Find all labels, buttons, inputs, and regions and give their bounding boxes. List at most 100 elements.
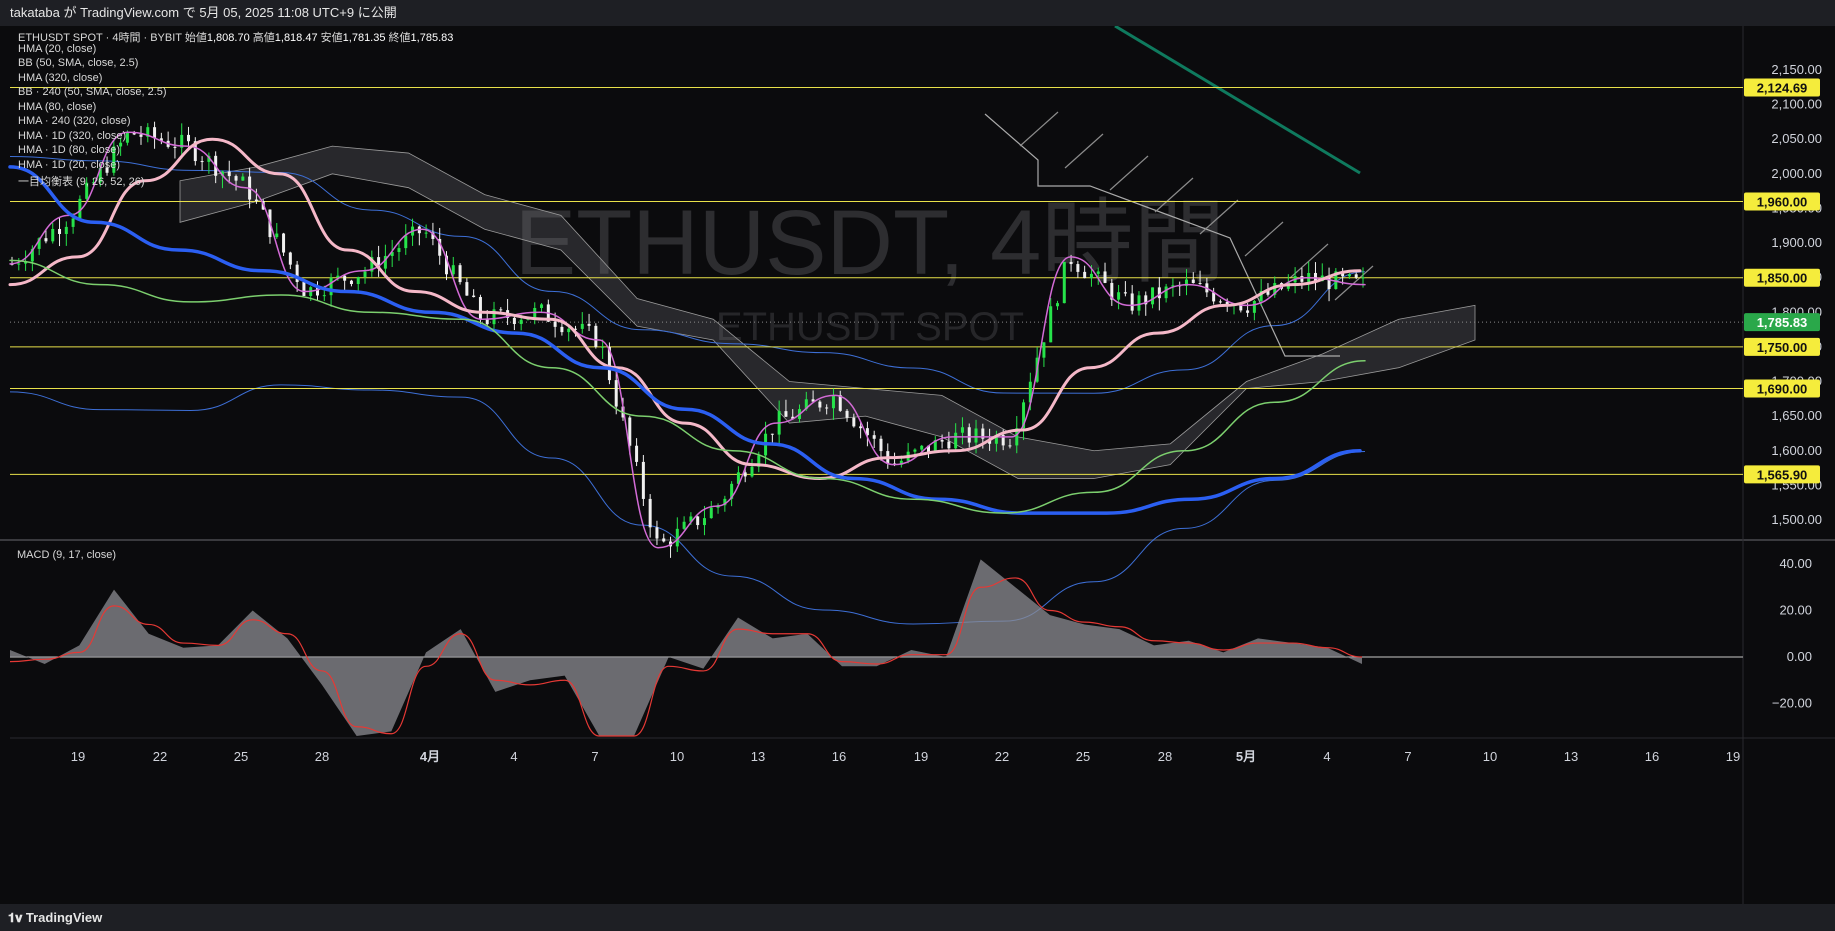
indicator-legend-0[interactable]: HMA (20, close): [18, 43, 96, 55]
time-tick-label: 13: [1564, 749, 1578, 764]
time-tick-label: 16: [832, 749, 846, 764]
level-price-label: 1,850.00: [1757, 271, 1808, 286]
tradingview-logo[interactable]: 𝟏𝐯 TradingView: [8, 910, 102, 926]
candle-body: [71, 218, 75, 227]
time-tick-label: 22: [995, 749, 1009, 764]
candle-body: [879, 438, 883, 452]
open-value: 1,808.70: [206, 32, 250, 44]
price-tick-label: 1,500.00: [1771, 512, 1822, 527]
candle-body: [553, 321, 557, 327]
candle-body: [1246, 310, 1250, 313]
indicator-legend-9[interactable]: 一目均衡表 (9, 26, 52, 26): [18, 173, 145, 189]
level-price-label: 1,565.90: [1757, 467, 1808, 482]
candle-body: [750, 466, 754, 477]
candle-body: [825, 407, 829, 409]
candle-body: [1055, 303, 1059, 307]
time-tick-label: 25: [1076, 749, 1090, 764]
tv-brand: TradingView: [25, 910, 103, 925]
close-value: 1,785.83: [410, 32, 454, 44]
low-value: 1,781.35: [342, 32, 386, 44]
candle-body: [349, 280, 353, 285]
time-tick-label: 19: [71, 749, 85, 764]
indicator-legend-4[interactable]: HMA (80, close): [18, 101, 96, 113]
candle-body: [1198, 283, 1202, 285]
candle-body: [1089, 273, 1093, 279]
candle-body: [1069, 261, 1073, 265]
indicator-legend-8[interactable]: HMA · 1D (20, close): [18, 159, 120, 171]
time-tick-label: 28: [1158, 749, 1172, 764]
candle-body: [424, 232, 428, 234]
footer-bar: 𝟏𝐯 TradingView: [0, 904, 1835, 931]
price-tick-label: 1,650.00: [1771, 408, 1822, 423]
candle-body: [601, 346, 605, 348]
candle-body: [1083, 271, 1087, 279]
macd-tick-label: −20.00: [1772, 696, 1812, 711]
time-tick-label: 4: [510, 749, 517, 764]
candle-body: [254, 199, 258, 202]
time-tick-label: 7: [591, 749, 598, 764]
chart-svg[interactable]: ETHUSDT, 4時間 ETHUSDT SPOT 2,150.00 2,100.…: [0, 24, 1835, 904]
indicator-legend-6[interactable]: HMA · 1D (320, close): [18, 130, 126, 142]
candle-body: [404, 235, 408, 249]
candle-body: [356, 277, 360, 285]
macd-scale[interactable]: 40.00 20.00 0.00 −20.00: [1772, 556, 1812, 711]
candle-body: [1062, 261, 1066, 304]
candle-body: [845, 410, 849, 418]
candle-body: [1076, 264, 1080, 272]
candle-body: [472, 295, 476, 298]
publish-text: takataba が TradingView.com で 5月 05, 2025…: [10, 5, 397, 20]
candle-body: [282, 233, 286, 253]
macd-histogram-area: [10, 559, 1362, 736]
candle-body: [967, 427, 971, 443]
macd-pane: [9, 559, 1743, 737]
macd-tick-label: 0.00: [1787, 649, 1812, 664]
indicator-legend-7[interactable]: HMA · 1D (80, close): [18, 144, 120, 156]
candle-body: [655, 527, 659, 539]
time-tick-label: 25: [234, 749, 248, 764]
candle-body: [784, 411, 788, 417]
level-price-label: 2,124.69: [1757, 81, 1808, 96]
time-tick-label: 16: [1645, 749, 1659, 764]
candle-body: [1191, 279, 1195, 284]
time-tick-label: 22: [153, 749, 167, 764]
candle-body: [1300, 276, 1304, 282]
indicator-legend-2[interactable]: HMA (320, close): [18, 72, 102, 84]
watermark-subtitle: ETHUSDT SPOT: [716, 305, 1024, 349]
candle-body: [648, 498, 652, 528]
candle-body: [662, 538, 666, 542]
candle-body: [960, 427, 964, 433]
time-tick-label: 28: [315, 749, 329, 764]
candle-body: [288, 252, 292, 265]
candle-body: [173, 146, 177, 148]
time-tick-label: 4月: [420, 749, 440, 764]
candle-body: [1049, 306, 1053, 343]
candle-body: [1164, 286, 1168, 299]
candle-body: [1123, 292, 1127, 294]
candle-body: [614, 380, 618, 407]
candle-body: [567, 328, 571, 333]
candle-body: [913, 449, 917, 452]
candle-body: [974, 428, 978, 443]
candle-body: [322, 295, 326, 297]
watermark-title: ETHUSDT, 4時間: [515, 192, 1226, 294]
price-tick-label: 2,050.00: [1771, 131, 1822, 146]
candle-body: [139, 134, 143, 137]
candle-body: [227, 171, 231, 177]
low-label: 安値: [320, 32, 343, 44]
candle-body: [859, 426, 863, 429]
candle-body: [241, 176, 245, 181]
level-price-label: 1,960.00: [1757, 195, 1808, 210]
time-tick-label: 4: [1323, 749, 1330, 764]
indicator-legend-3[interactable]: BB · 240 (50, SMA, close, 2.5): [18, 86, 167, 98]
candle-body: [125, 132, 129, 143]
indicator-legend-5[interactable]: HMA · 240 (320, close): [18, 115, 131, 127]
close-label: 終値: [388, 32, 411, 44]
time-scale[interactable]: 19 22 25 28 4月 4 7 10 13 16 19 22 25 28 5月 4 7 10 13 16 19: [71, 749, 1740, 764]
candle-body: [1117, 292, 1121, 300]
candle-body: [458, 265, 462, 283]
level-price-label: 1,690.00: [1757, 381, 1808, 396]
candle-body: [329, 277, 333, 296]
indicator-legend-1[interactable]: BB (50, SMA, close, 2.5): [18, 57, 138, 69]
candle-body: [1008, 445, 1012, 447]
candle-body: [1347, 274, 1351, 277]
